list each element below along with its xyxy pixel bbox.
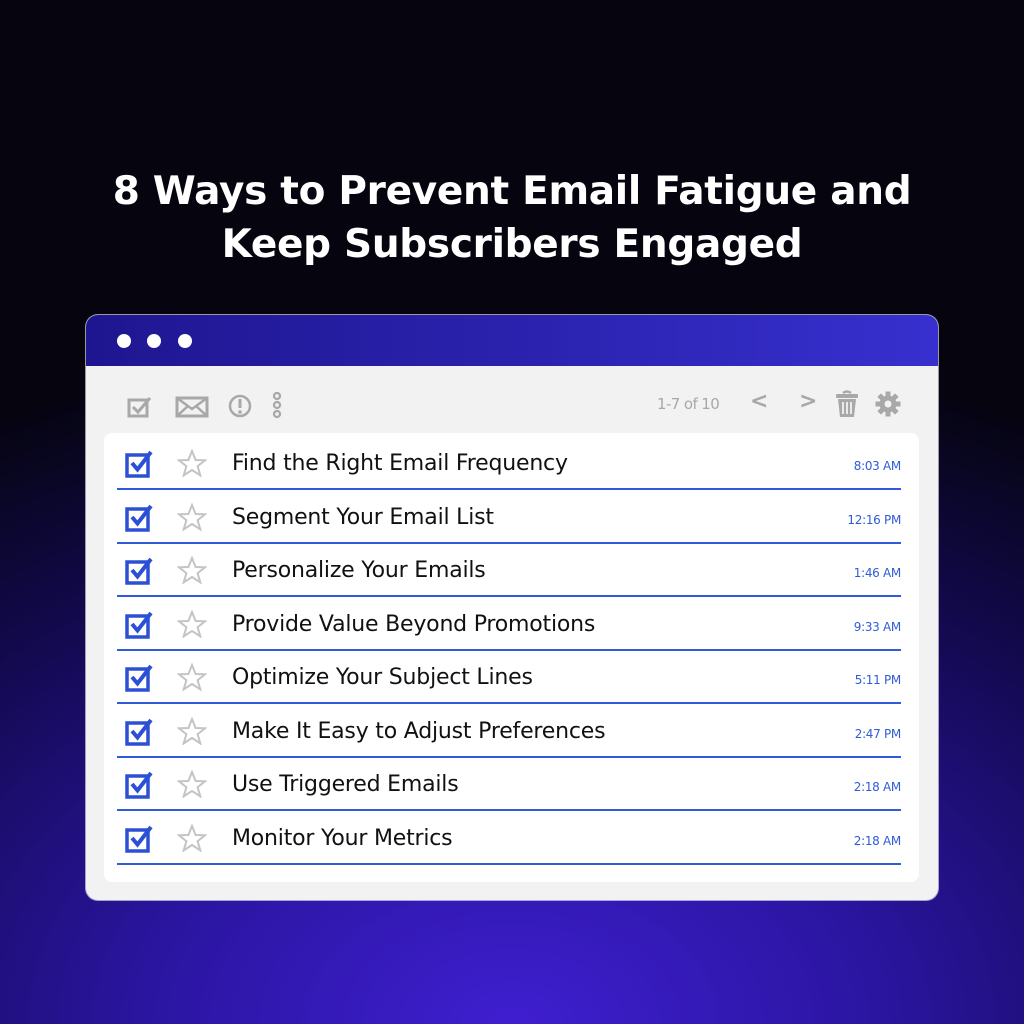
- email-time: 2:47 PM: [854, 726, 902, 741]
- star-icon[interactable]: [176, 555, 208, 589]
- email-time: 2:18 AM: [853, 780, 902, 794]
- email-list: Find the Right Email Frequency 8:03 AM S…: [104, 433, 919, 882]
- email-subject[interactable]: Provide Value Beyond Promotions: [232, 612, 595, 637]
- star-icon[interactable]: [176, 448, 208, 482]
- checkbox-checked-icon[interactable]: [125, 557, 155, 590]
- mail-icon[interactable]: [175, 396, 209, 423]
- gear-icon[interactable]: [875, 391, 901, 422]
- email-time: 1:46 AM: [853, 566, 902, 580]
- alert-icon[interactable]: [228, 394, 252, 423]
- email-client-window: 1-7 of 10 < > Find the Right Email Frequ…: [86, 315, 938, 900]
- email-subject[interactable]: Segment Your Email List: [232, 505, 494, 530]
- next-page-button[interactable]: >: [799, 389, 817, 414]
- email-row[interactable]: Segment Your Email List 12:16 PM: [117, 489, 901, 544]
- email-subject[interactable]: Personalize Your Emails: [232, 558, 486, 583]
- window-control-dot[interactable]: [178, 334, 192, 348]
- checkbox-checked-icon[interactable]: [125, 825, 155, 858]
- email-subject[interactable]: Use Triggered Emails: [232, 772, 459, 797]
- email-subject[interactable]: Make It Easy to Adjust Preferences: [232, 719, 606, 744]
- email-row[interactable]: Personalize Your Emails 1:46 AM: [117, 542, 901, 597]
- select-all-icon[interactable]: [127, 395, 153, 424]
- star-icon[interactable]: [176, 608, 208, 643]
- star-icon[interactable]: [176, 715, 208, 750]
- star-icon[interactable]: [176, 822, 208, 857]
- email-row[interactable]: Use Triggered Emails 2:18 AM: [117, 756, 901, 811]
- email-subject[interactable]: Find the Right Email Frequency: [232, 451, 568, 476]
- checkbox-checked-icon[interactable]: [125, 718, 155, 751]
- pagination-label: 1-7 of 10: [657, 395, 720, 413]
- checkbox-checked-icon[interactable]: [125, 450, 155, 483]
- checkbox-checked-icon[interactable]: [125, 664, 155, 697]
- email-subject[interactable]: Monitor Your Metrics: [232, 826, 453, 851]
- previous-page-button[interactable]: <: [750, 389, 768, 414]
- email-time: 8:03 AM: [853, 459, 902, 473]
- email-row[interactable]: Optimize Your Subject Lines 5:11 PM: [117, 649, 901, 704]
- headline-line-2: Keep Subscribers Engaged: [221, 222, 803, 267]
- headline-line-1: 8 Ways to Prevent Email Fatigue and: [112, 169, 912, 214]
- trash-icon[interactable]: [835, 390, 859, 423]
- star-icon[interactable]: [176, 769, 208, 803]
- email-time: 9:33 AM: [853, 619, 902, 634]
- checkbox-checked-icon[interactable]: [125, 611, 155, 644]
- email-subject[interactable]: Optimize Your Subject Lines: [232, 665, 533, 690]
- window-control-dot[interactable]: [147, 334, 161, 348]
- email-row[interactable]: Make It Easy to Adjust Preferences 2:47 …: [117, 703, 901, 758]
- window-control-dot[interactable]: [117, 334, 131, 348]
- email-row[interactable]: Monitor Your Metrics 2:18 AM: [117, 810, 901, 865]
- star-icon[interactable]: [176, 501, 208, 536]
- email-time: 2:18 AM: [853, 833, 902, 848]
- email-time: 12:16 PM: [847, 512, 901, 527]
- star-icon[interactable]: [176, 662, 208, 696]
- more-vertical-icon[interactable]: [271, 391, 283, 425]
- email-row[interactable]: Find the Right Email Frequency 8:03 AM: [117, 435, 901, 490]
- page-headline: 8 Ways to Prevent Email Fatigue and Keep…: [0, 165, 1024, 271]
- checkbox-checked-icon[interactable]: [125, 504, 155, 537]
- email-row[interactable]: Provide Value Beyond Promotions 9:33 AM: [117, 596, 901, 651]
- email-time: 5:11 PM: [854, 673, 902, 687]
- checkbox-checked-icon[interactable]: [125, 771, 155, 804]
- window-titlebar: [86, 315, 938, 366]
